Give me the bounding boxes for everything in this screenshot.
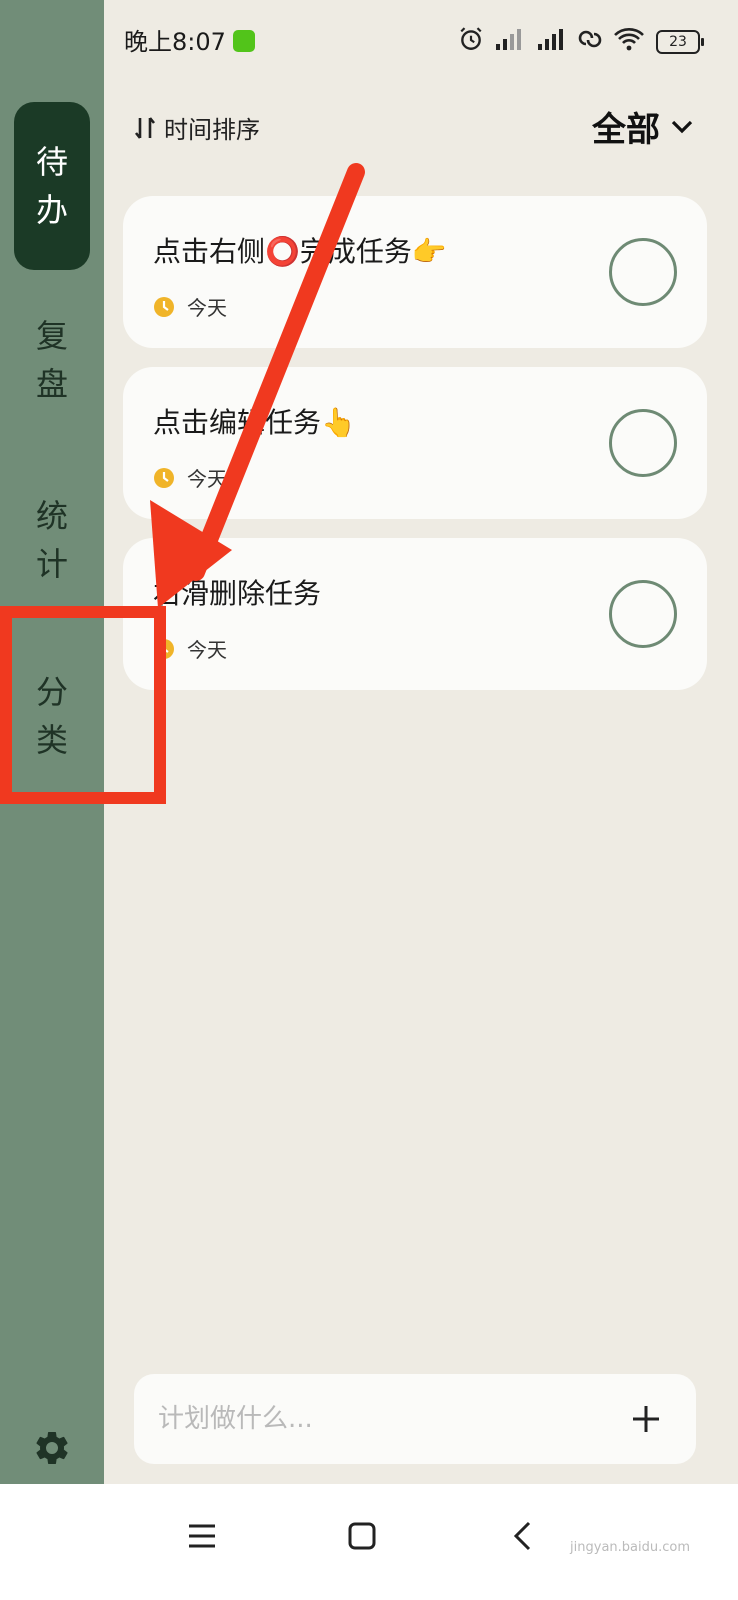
complete-task-button[interactable] [609,409,677,477]
task-title: 点击右侧⭕完成任务👉 [153,235,447,268]
sort-icon [134,116,156,139]
filter-label: 全部 [592,110,660,150]
task-title: 点击编辑任务👆 [153,406,356,439]
status-time: 晚上8:07 [124,28,226,56]
task-date-label: 今天 [187,638,227,662]
sidebar-item-category[interactable]: 分 类 [14,646,90,786]
sidebar-item-label: 盘 [35,365,68,403]
task-date: 今天 [153,634,227,663]
sidebar-item-label: 统 [35,497,68,535]
task-date: 今天 [153,463,227,492]
sort-button[interactable]: 时间排序 [134,110,260,145]
home-button[interactable] [332,1506,392,1566]
complete-task-button[interactable] [609,580,677,648]
back-button[interactable] [492,1506,552,1566]
plus-icon [633,1406,659,1432]
sidebar-item-todo[interactable]: 待 办 [14,102,90,270]
menu-icon [189,1524,215,1548]
gear-icon[interactable] [32,1428,72,1468]
system-navigation-bar: jingyan.baidu.com [0,1484,738,1600]
sidebar-item-label: 计 [35,545,68,583]
sidebar: 待 办 复 盘 统 计 分 类 [0,0,104,1512]
clock-icon [154,638,174,659]
complete-task-button[interactable] [609,238,677,306]
back-icon [513,1521,531,1551]
sidebar-item-review[interactable]: 复 盘 [14,290,90,430]
signal-icon [538,29,563,50]
battery-indicator: 23 [656,30,704,54]
task-card[interactable]: 点击编辑任务👆 今天 [123,367,707,519]
task-date-label: 今天 [187,467,227,491]
chevron-down-icon [671,120,693,133]
sidebar-item-label: 分 [35,673,68,711]
sidebar-item-label: 类 [35,721,68,759]
link-icon [578,30,602,48]
clock-icon [154,296,174,317]
wifi-icon [614,28,644,51]
filter-dropdown[interactable]: 全部 [592,102,694,151]
task-card[interactable]: 右滑删除任务 今天 [123,538,707,690]
sidebar-item-label: 待 [35,143,68,181]
task-date: 今天 [153,292,227,321]
new-task-input[interactable] [134,1374,616,1464]
watermark: jingyan.baidu.com [570,1540,690,1555]
sidebar-item-label: 办 [35,191,68,229]
task-title: 右滑删除任务 [153,577,322,610]
signal-icon [496,29,521,50]
sort-label: 时间排序 [164,116,260,144]
app-notification-icon [233,30,255,52]
sidebar-item-label: 复 [35,317,68,355]
home-icon [348,1522,376,1550]
task-card[interactable]: 点击右侧⭕完成任务👉 今天 [123,196,707,348]
sidebar-item-stats[interactable]: 统 计 [14,470,90,610]
menu-button[interactable] [172,1506,232,1566]
add-task-button[interactable] [616,1389,676,1449]
status-icons [458,26,646,52]
task-date-label: 今天 [187,296,227,320]
clock-icon [154,467,174,488]
alarm-icon [460,27,482,50]
new-task-bar [134,1374,696,1464]
